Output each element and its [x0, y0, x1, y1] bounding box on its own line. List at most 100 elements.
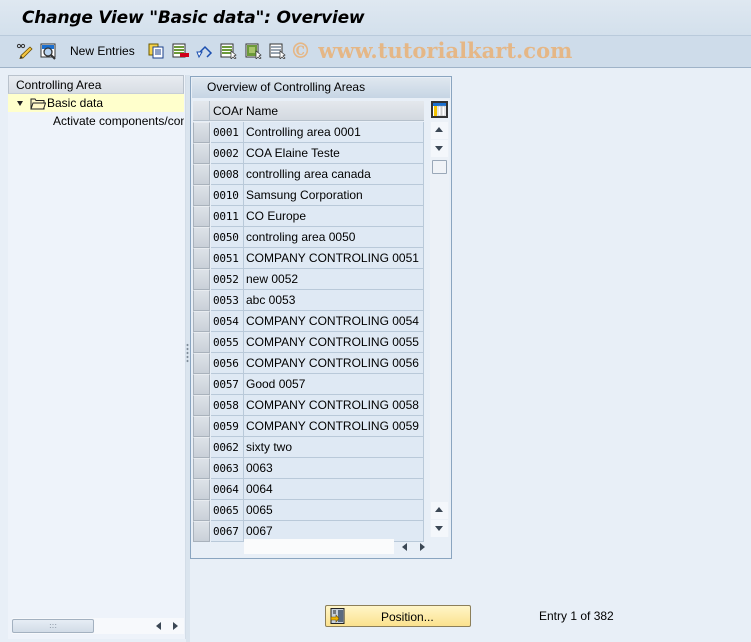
cell-coar[interactable]: 0002 [211, 143, 244, 164]
delete-button[interactable] [172, 42, 190, 60]
tree-node-basic-data[interactable]: Basic data [8, 94, 184, 112]
page-down-button[interactable] [431, 520, 448, 537]
cell-coar[interactable]: 0054 [211, 311, 244, 332]
cell-name[interactable]: abc 0053 [244, 290, 424, 311]
scroll-left-icon[interactable] [402, 543, 407, 551]
table-row[interactable]: 0052 new 0052 [193, 269, 424, 290]
table-row[interactable]: 0057 Good 0057 [193, 374, 424, 395]
table-row[interactable]: 0058 COMPANY CONTROLING 0058 [193, 395, 424, 416]
cell-coar[interactable]: 0008 [211, 164, 244, 185]
row-selector-button[interactable] [193, 143, 210, 164]
cell-coar[interactable]: 0057 [211, 374, 244, 395]
position-button[interactable]: Position... [325, 605, 471, 627]
table-row[interactable]: 0062 sixty two [193, 437, 424, 458]
scroll-left-icon[interactable] [156, 622, 161, 630]
cell-name[interactable]: COMPANY CONTROLING 0051 [244, 248, 424, 269]
cell-name[interactable]: COA Elaine Teste [244, 143, 424, 164]
row-selector-button[interactable] [193, 332, 210, 353]
table-row[interactable]: 0053 abc 0053 [193, 290, 424, 311]
table-row[interactable]: 0064 0064 [193, 479, 424, 500]
row-selector-button[interactable] [193, 185, 210, 206]
scroll-right-icon[interactable] [420, 543, 425, 551]
row-selector-button[interactable] [193, 521, 210, 542]
scroll-down-button[interactable] [431, 140, 448, 157]
change-display-button[interactable] [16, 42, 34, 60]
cell-coar[interactable]: 0056 [211, 353, 244, 374]
table-row[interactable]: 0065 0065 [193, 500, 424, 521]
table-row[interactable]: 0011 CO Europe [193, 206, 424, 227]
row-selector-button[interactable] [193, 122, 210, 143]
row-selector-button[interactable] [193, 311, 210, 332]
row-selector-button[interactable] [193, 479, 210, 500]
row-selector-button[interactable] [193, 353, 210, 374]
cell-coar[interactable]: 0001 [211, 122, 244, 143]
cell-coar[interactable]: 0062 [211, 437, 244, 458]
cell-coar[interactable]: 0052 [211, 269, 244, 290]
copy-as-button[interactable] [148, 42, 164, 60]
cell-coar[interactable]: 0053 [211, 290, 244, 311]
table-row[interactable]: 0059 COMPANY CONTROLING 0059 [193, 416, 424, 437]
splitter-grip-icon[interactable] [186, 343, 189, 363]
row-selector-button[interactable] [193, 500, 210, 521]
row-selector-button[interactable] [193, 164, 210, 185]
cell-name[interactable]: Samsung Corporation [244, 185, 424, 206]
select-block-button[interactable] [245, 42, 263, 60]
table-row[interactable]: 0056 COMPANY CONTROLING 0056 [193, 353, 424, 374]
cell-name[interactable]: COMPANY CONTROLING 0058 [244, 395, 424, 416]
cell-coar[interactable]: 0067 [211, 521, 244, 542]
horizontal-scroll-track[interactable] [244, 539, 394, 554]
column-header-name[interactable]: Name [246, 104, 278, 118]
cell-coar[interactable]: 0051 [211, 248, 244, 269]
page-up-button[interactable] [431, 502, 448, 519]
cell-name[interactable]: COMPANY CONTROLING 0059 [244, 416, 424, 437]
row-selector-button[interactable] [193, 248, 210, 269]
table-row[interactable]: 0054 COMPANY CONTROLING 0054 [193, 311, 424, 332]
cell-name[interactable]: 0064 [244, 479, 424, 500]
tree-node-activate-components[interactable]: Activate components/control indicators [8, 112, 184, 130]
row-selector-button[interactable] [193, 437, 210, 458]
table-row[interactable]: 0008 controlling area canada [193, 164, 424, 185]
vertical-scroll-thumb[interactable] [432, 160, 447, 174]
cell-coar[interactable]: 0065 [211, 500, 244, 521]
cell-name[interactable]: new 0052 [244, 269, 424, 290]
scroll-right-icon[interactable] [173, 622, 178, 630]
row-selector-button[interactable] [193, 416, 210, 437]
table-row[interactable]: 0063 0063 [193, 458, 424, 479]
undo-change-button[interactable] [196, 42, 214, 60]
deselect-all-button[interactable] [269, 42, 287, 60]
table-row[interactable]: 0055 COMPANY CONTROLING 0055 [193, 332, 424, 353]
row-selector-button[interactable] [193, 395, 210, 416]
row-selector-button[interactable] [193, 227, 210, 248]
cell-name[interactable]: COMPANY CONTROLING 0054 [244, 311, 424, 332]
details-button[interactable] [40, 42, 57, 60]
cell-name[interactable]: COMPANY CONTROLING 0055 [244, 332, 424, 353]
cell-coar[interactable]: 0059 [211, 416, 244, 437]
cell-coar[interactable]: 0011 [211, 206, 244, 227]
table-row[interactable]: 0050 controling area 0050 [193, 227, 424, 248]
new-entries-button[interactable]: New Entries [70, 42, 135, 60]
row-selector-button[interactable] [193, 374, 210, 395]
row-selector-button[interactable] [193, 458, 210, 479]
cell-name[interactable]: Controlling area 0001 [244, 122, 424, 143]
column-header-coar[interactable]: COAr [213, 104, 243, 118]
row-selector-button[interactable] [193, 290, 210, 311]
table-row[interactable]: 0001 Controlling area 0001 [193, 122, 424, 143]
scroll-up-button[interactable] [431, 122, 448, 139]
row-selector-button[interactable] [193, 206, 210, 227]
cell-name[interactable]: Good 0057 [244, 374, 424, 395]
cell-name[interactable]: controling area 0050 [244, 227, 424, 248]
table-row[interactable]: 0051 COMPANY CONTROLING 0051 [193, 248, 424, 269]
cell-coar[interactable]: 0055 [211, 332, 244, 353]
column-configuration-button[interactable] [431, 101, 448, 118]
cell-name[interactable]: controlling area canada [244, 164, 424, 185]
cell-name[interactable]: COMPANY CONTROLING 0056 [244, 353, 424, 374]
table-row[interactable]: 0010 Samsung Corporation [193, 185, 424, 206]
table-vertical-scrollbar[interactable] [430, 99, 449, 537]
expand-arrow-icon[interactable] [17, 100, 23, 106]
cell-name[interactable]: sixty two [244, 437, 424, 458]
cell-coar[interactable]: 0058 [211, 395, 244, 416]
table-horizontal-scrollbar[interactable] [244, 539, 437, 555]
select-all-button[interactable] [220, 42, 238, 60]
cell-name[interactable]: CO Europe [244, 206, 424, 227]
table-row[interactable]: 0002 COA Elaine Teste [193, 143, 424, 164]
